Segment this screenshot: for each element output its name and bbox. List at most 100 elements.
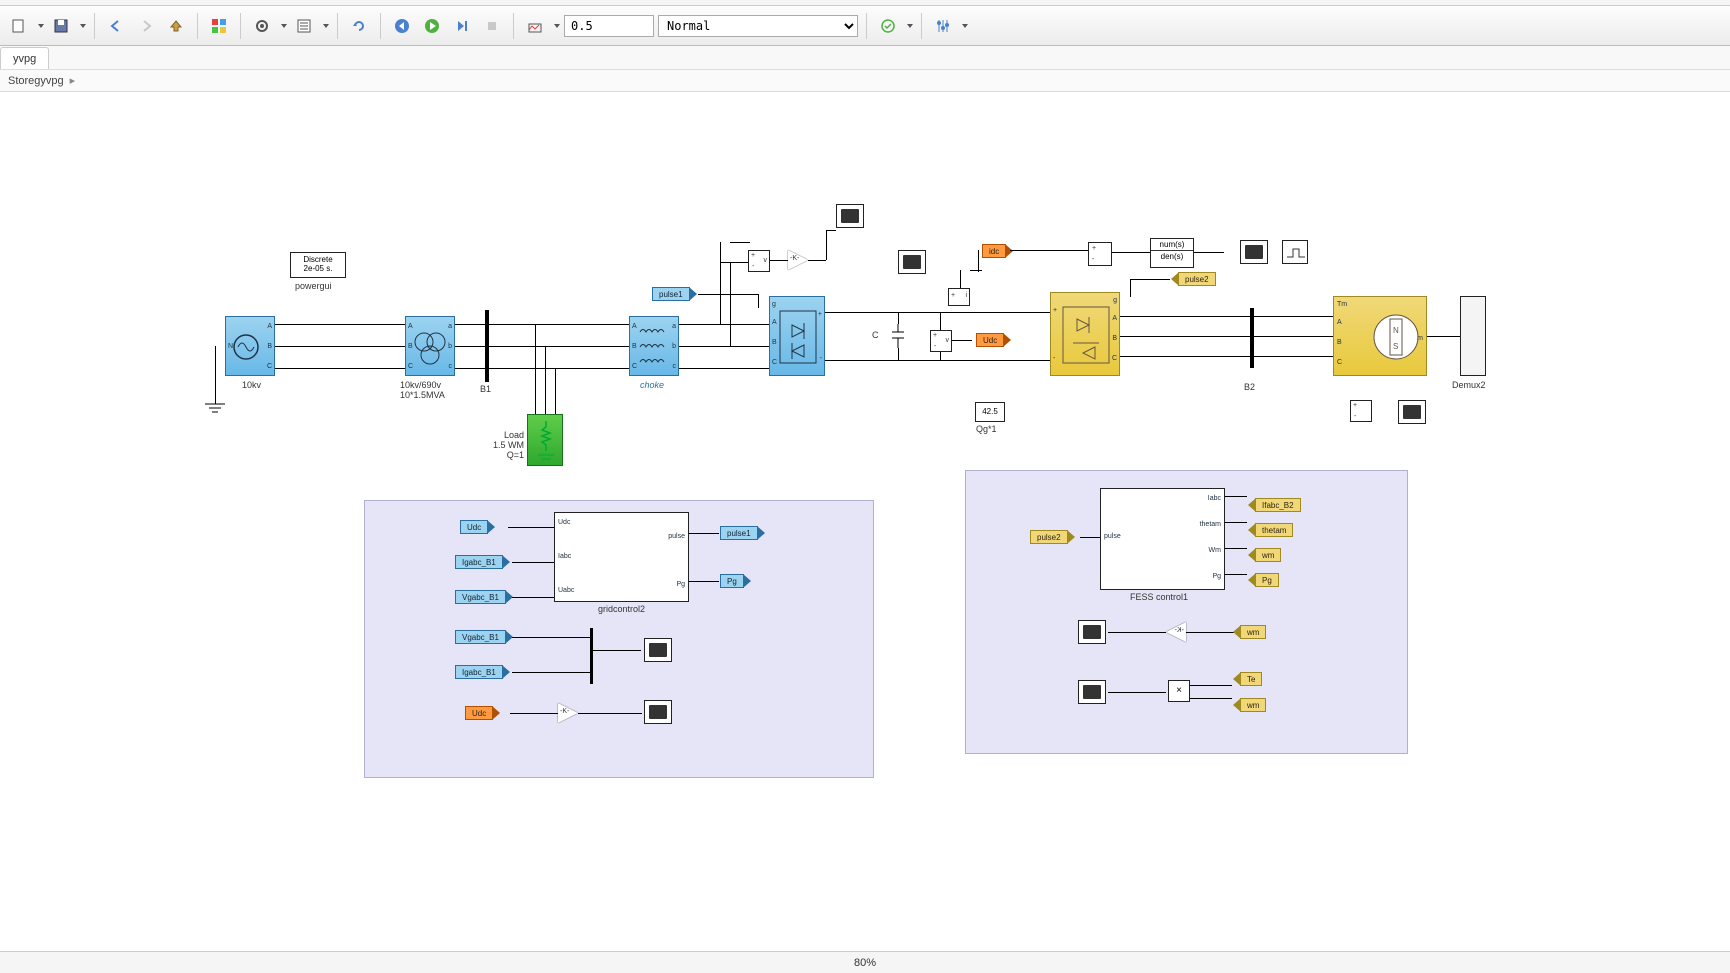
scope-block[interactable]	[836, 204, 864, 228]
up-button[interactable]	[163, 13, 189, 39]
model-tab[interactable]: yvpg	[0, 47, 49, 69]
wire	[512, 597, 554, 598]
transformer-block[interactable]: ABC abc	[405, 316, 455, 376]
powergui-block[interactable]: Discrete 2e-05 s.	[290, 252, 346, 278]
grid-in-igabc2[interactable]: Igabc_B1	[455, 665, 503, 679]
scope-block[interactable]	[1398, 400, 1426, 424]
wire	[826, 230, 836, 231]
gain-block[interactable]	[788, 250, 808, 270]
vmeas-block[interactable]: +-v	[748, 250, 770, 272]
fess-out-wm[interactable]: wm	[1255, 548, 1281, 562]
product-block[interactable]: ×	[1168, 680, 1190, 702]
imeas-block[interactable]: +i	[948, 288, 970, 306]
wire	[698, 294, 758, 295]
fess-te-tag[interactable]: Te	[1240, 672, 1262, 686]
source-block[interactable]: A B C N	[225, 316, 275, 376]
back-button[interactable]	[103, 13, 129, 39]
scope-block[interactable]	[644, 700, 672, 724]
wire	[679, 324, 769, 325]
wire	[545, 346, 546, 414]
fess-wm-tag[interactable]: wm	[1240, 625, 1266, 639]
load-block[interactable]	[527, 414, 563, 466]
dropdown-icon[interactable]	[554, 24, 560, 28]
config-button[interactable]	[249, 13, 275, 39]
check-button[interactable]	[875, 13, 901, 39]
const-block[interactable]: 42.5	[975, 402, 1005, 422]
library-button[interactable]	[206, 13, 232, 39]
rectifier-block[interactable]: g ABC +-	[769, 296, 825, 376]
dropdown-icon[interactable]	[907, 24, 913, 28]
idc-tag[interactable]: idc	[982, 244, 1006, 258]
demux-label: Demux2	[1452, 380, 1486, 390]
sum-block[interactable]: +-	[1088, 242, 1112, 266]
run-button[interactable]	[419, 13, 445, 39]
wire	[1120, 316, 1250, 317]
choke-block[interactable]: ABC abc	[629, 316, 679, 376]
bus-b2[interactable]	[1250, 308, 1254, 368]
vmeas-udc-block[interactable]: +-v	[930, 330, 952, 352]
relay-block[interactable]	[1282, 240, 1308, 264]
mux-block[interactable]	[590, 628, 593, 684]
step-back-button[interactable]	[389, 13, 415, 39]
pulse1-tag[interactable]: pulse1	[652, 287, 690, 301]
step-forward-button[interactable]	[449, 13, 475, 39]
wire	[1427, 336, 1460, 337]
scope-block[interactable]	[644, 638, 672, 662]
list-button[interactable]	[291, 13, 317, 39]
diagram-canvas[interactable]: Discrete 2e-05 s. powergui A B C N 10kv …	[0, 92, 1730, 952]
wire	[1010, 250, 1088, 251]
fess-out-pg[interactable]: Pg	[1255, 573, 1279, 587]
gain-block[interactable]	[558, 703, 578, 723]
grid-in-udc2[interactable]: Udc	[465, 706, 493, 720]
sum-block[interactable]: +-	[1350, 400, 1372, 422]
fess-subsystem[interactable]: pulse Iabc thetam Wm Pg	[1100, 488, 1225, 590]
inverter-block[interactable]: g +- ABC	[1050, 292, 1120, 376]
demux-block[interactable]	[1460, 296, 1486, 376]
scope-block[interactable]	[1240, 240, 1268, 264]
scope-block[interactable]	[898, 250, 926, 274]
tune-button[interactable]	[930, 13, 956, 39]
dropdown-icon[interactable]	[281, 24, 287, 28]
fess-wm2-tag[interactable]: wm	[1240, 698, 1266, 712]
wire	[758, 294, 759, 308]
motor-block[interactable]: NS Tm ABC m	[1333, 296, 1427, 376]
dropdown-icon[interactable]	[38, 24, 44, 28]
wire	[1225, 574, 1247, 575]
stop-button[interactable]	[479, 13, 505, 39]
wire	[455, 346, 485, 347]
grid-in-vgabc2[interactable]: Vgabc_B1	[455, 630, 506, 644]
gridcontrol-subsystem[interactable]: Udc Iabc Uabc pulse Pg	[554, 512, 689, 602]
scope-block[interactable]	[1078, 620, 1106, 644]
breadcrumb-item[interactable]: Storegyvpg	[8, 75, 64, 87]
wire	[1225, 496, 1247, 497]
dropdown-icon[interactable]	[323, 24, 329, 28]
grid-in-igabc[interactable]: Igabc_B1	[455, 555, 503, 569]
record-button[interactable]	[522, 13, 548, 39]
fess-out-thetam[interactable]: thetam	[1255, 523, 1293, 537]
separator	[240, 13, 241, 39]
grid-in-udc[interactable]: Udc	[460, 520, 488, 534]
udc-tag[interactable]: Udc	[976, 333, 1004, 347]
grid-out-pulse1[interactable]: pulse1	[720, 526, 758, 540]
dropdown-icon[interactable]	[80, 24, 86, 28]
pulse2-tag[interactable]: pulse2	[1178, 272, 1216, 286]
capacitor-icon[interactable]	[890, 324, 906, 348]
update-button[interactable]	[346, 13, 372, 39]
new-button[interactable]	[6, 13, 32, 39]
fess-out-ifabc[interactable]: Ifabc_B2	[1255, 498, 1301, 512]
stop-time-input[interactable]	[564, 15, 654, 37]
gain-block[interactable]	[1166, 622, 1186, 642]
simulation-mode-select[interactable]: Normal	[658, 15, 858, 37]
wire	[978, 250, 979, 272]
dropdown-icon[interactable]	[962, 24, 968, 28]
forward-button[interactable]	[133, 13, 159, 39]
scope-block[interactable]	[1078, 680, 1106, 704]
grid-out-pg[interactable]: Pg	[720, 574, 744, 588]
fess-in-pulse2[interactable]: pulse2	[1030, 530, 1068, 544]
grid-in-vgabc[interactable]: Vgabc_B1	[455, 590, 506, 604]
separator	[380, 13, 381, 39]
wire	[730, 262, 731, 346]
wire	[679, 368, 769, 369]
transfer-fn-block[interactable]: num(s) den(s)	[1150, 238, 1194, 268]
save-button[interactable]	[48, 13, 74, 39]
